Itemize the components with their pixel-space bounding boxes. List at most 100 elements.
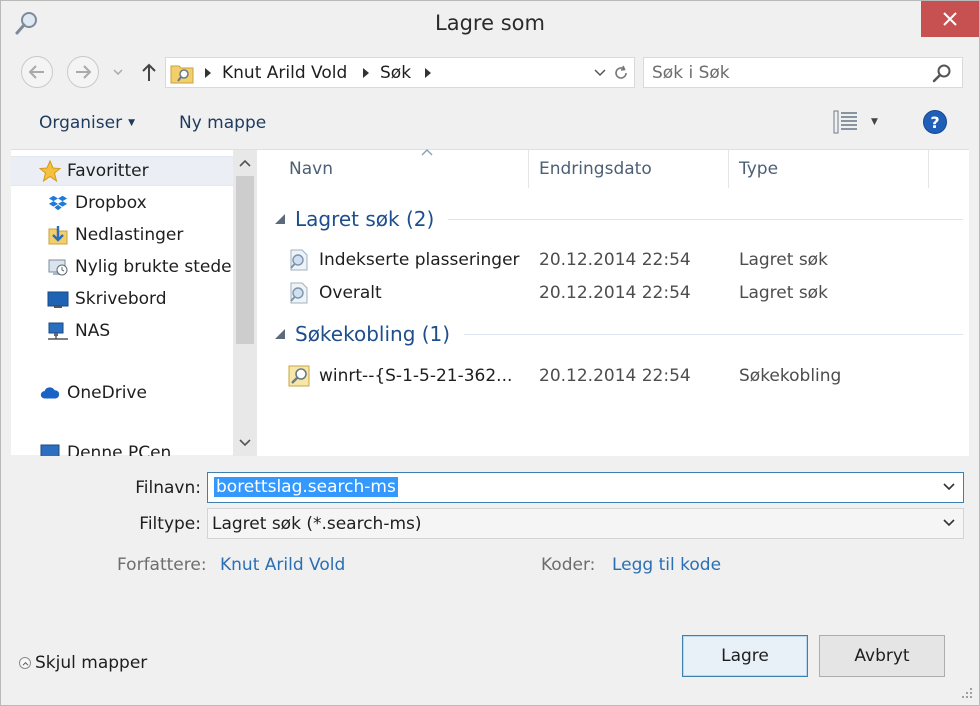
chevron-down-icon — [113, 69, 123, 75]
navigation-pane: Favoritter Dropbox Nedlastinger Nylig br… — [11, 150, 233, 456]
file-list: Navn Endringsdato Type Lagret søk (2) In… — [257, 149, 969, 456]
hide-folders-toggle[interactable]: Skjul mapper — [19, 653, 147, 673]
dropbox-icon — [47, 192, 69, 214]
nav-item-recent-places[interactable]: Nylig brukte steder — [11, 252, 233, 282]
command-toolbar: Organiser ▼ Ny mappe ▼ ? — [1, 99, 979, 149]
tags-label: Koder: — [541, 555, 596, 575]
close-button[interactable] — [921, 1, 979, 37]
collapse-arrow-icon — [275, 329, 285, 339]
search-folder-icon — [170, 62, 194, 84]
breadcrumb-knut-arild-vold[interactable]: Knut Arild Vold — [222, 63, 347, 83]
nav-item-desktop[interactable]: Skrivebord — [11, 284, 233, 314]
breadcrumb-arrow-icon[interactable] — [362, 68, 370, 78]
back-button[interactable] — [21, 56, 53, 88]
breadcrumb-sok[interactable]: Søk — [380, 63, 411, 83]
search-box[interactable] — [643, 57, 963, 88]
nav-item-label: Nedlastinger — [75, 225, 184, 245]
nav-item-this-pc[interactable]: Denne PCen — [11, 438, 233, 456]
file-name: winrt--{S-1-5-21-362... — [319, 366, 513, 386]
saved-search-icon — [287, 248, 311, 272]
new-folder-button[interactable]: Ny mappe — [179, 113, 266, 133]
column-header-name[interactable]: Navn — [279, 149, 529, 188]
file-type: Lagret søk — [739, 283, 828, 303]
author-value[interactable]: Knut Arild Vold — [220, 555, 345, 575]
caret-down-icon: ▼ — [128, 118, 136, 128]
breadcrumb-arrow-icon[interactable] — [204, 68, 212, 78]
up-button[interactable] — [137, 59, 161, 85]
organise-label: Organiser — [39, 113, 123, 133]
address-bar[interactable]: Knut Arild Vold Søk — [165, 57, 635, 88]
search-connector-icon — [287, 364, 311, 388]
save-button[interactable]: Lagre — [682, 635, 808, 677]
nav-item-label: Dropbox — [75, 193, 147, 213]
group-divider — [464, 333, 963, 335]
search-icon[interactable] — [932, 63, 952, 83]
filetype-label: Filtype: — [139, 514, 201, 534]
filename-field[interactable]: borettslag.search-ms — [207, 472, 964, 503]
collapse-circle-icon — [19, 657, 31, 669]
computer-icon — [39, 442, 61, 456]
save-as-dialog: Lagre som Knut Arild Vold Søk Søk i Søk … — [0, 0, 980, 706]
nav-item-label: Favoritter — [67, 161, 149, 181]
file-name: Overalt — [319, 283, 382, 303]
title-bar: Lagre som — [1, 1, 979, 49]
resize-grip-icon[interactable] — [961, 687, 973, 699]
nav-item-nas[interactable]: NAS — [11, 316, 233, 346]
hide-folders-label: Skjul mapper — [35, 653, 148, 673]
column-header-type[interactable]: Type — [729, 150, 929, 188]
scroll-up-button[interactable] — [233, 150, 257, 176]
scroll-thumb[interactable] — [236, 176, 254, 344]
column-header-date[interactable]: Endringsdato — [529, 150, 729, 188]
group-title: Søkekobling (1) — [295, 322, 451, 346]
filetype-value: Lagret søk (*.search-ms) — [212, 514, 422, 534]
chevron-down-icon[interactable] — [594, 66, 606, 80]
chevron-down-icon[interactable] — [943, 519, 955, 527]
file-row[interactable]: Overalt 20.12.2014 22:54 Lagret søk — [287, 278, 967, 308]
nav-item-label: Denne PCen — [67, 443, 172, 456]
chevron-down-icon[interactable] — [943, 483, 955, 491]
view-options-dropdown[interactable]: ▼ — [871, 117, 878, 127]
arrow-left-icon — [28, 65, 44, 79]
add-tag-link[interactable]: Legg til kode — [612, 555, 721, 575]
nav-item-dropbox[interactable]: Dropbox — [11, 188, 233, 218]
search-input[interactable] — [652, 62, 922, 84]
filetype-select[interactable]: Lagret søk (*.search-ms) — [207, 508, 964, 539]
breadcrumb-arrow-icon[interactable] — [424, 68, 432, 78]
organise-button[interactable]: Organiser ▼ — [39, 113, 135, 133]
filename-value[interactable]: borettslag.search-ms — [214, 477, 398, 497]
file-name: Indekserte plasseringer — [319, 250, 520, 270]
nav-pane-scrollbar[interactable] — [233, 150, 257, 456]
scroll-down-button[interactable] — [233, 430, 257, 456]
file-row[interactable]: winrt--{S-1-5-21-362... 20.12.2014 22:54… — [287, 361, 967, 391]
author-label: Forfattere: — [117, 555, 207, 575]
group-header-saved-searches[interactable]: Lagret søk (2) — [273, 205, 963, 233]
file-date: 20.12.2014 22:54 — [539, 283, 691, 303]
file-row[interactable]: Indekserte plasseringer 20.12.2014 22:54… — [287, 245, 967, 275]
refresh-icon[interactable] — [613, 64, 629, 82]
window-title: Lagre som — [435, 11, 545, 35]
nav-item-label: NAS — [75, 321, 111, 341]
forward-button[interactable] — [67, 56, 99, 88]
saved-search-icon — [287, 281, 311, 305]
navigation-bar: Knut Arild Vold Søk — [1, 49, 979, 97]
arrow-up-icon — [142, 63, 156, 81]
file-date: 20.12.2014 22:54 — [539, 366, 691, 386]
nav-item-onedrive[interactable]: OneDrive — [11, 378, 233, 408]
network-icon — [47, 320, 69, 342]
nav-item-label: Nylig brukte steder — [75, 257, 233, 277]
file-date: 20.12.2014 22:54 — [539, 250, 691, 270]
cancel-button[interactable]: Avbryt — [819, 635, 945, 677]
help-button[interactable]: ? — [923, 110, 947, 134]
recent-locations-dropdown[interactable] — [111, 63, 125, 81]
column-header-label: Navn — [289, 159, 333, 179]
close-icon — [943, 12, 957, 26]
downloads-folder-icon — [47, 224, 69, 246]
details-view-icon[interactable] — [833, 110, 859, 134]
file-type: Søkekobling — [739, 366, 842, 386]
nav-item-favorites[interactable]: Favoritter — [11, 156, 233, 186]
chevron-down-icon — [239, 439, 251, 447]
chevron-up-icon — [239, 159, 251, 167]
arrow-right-icon — [76, 65, 92, 79]
nav-item-downloads[interactable]: Nedlastinger — [11, 220, 233, 250]
group-header-search-connectors[interactable]: Søkekobling (1) — [273, 320, 963, 348]
